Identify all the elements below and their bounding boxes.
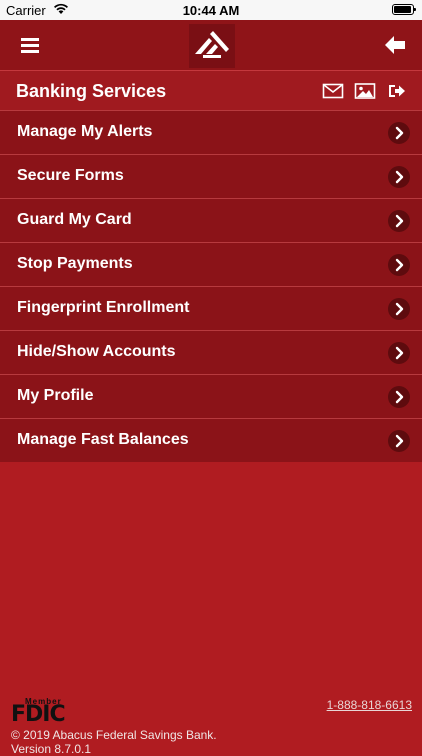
- back-button[interactable]: [382, 32, 408, 58]
- menu-item-label: Hide/Show Accounts: [17, 343, 176, 360]
- menu-item-stop-payments[interactable]: Stop Payments: [0, 242, 422, 286]
- chevron-right-icon: [388, 386, 410, 408]
- menu-item-my-profile[interactable]: My Profile: [0, 374, 422, 418]
- fdic-logo: Member FDIC: [11, 697, 66, 727]
- chevron-right-icon: [388, 342, 410, 364]
- menu-item-guard-my-card[interactable]: Guard My Card: [0, 198, 422, 242]
- menu-item-secure-forms[interactable]: Secure Forms: [0, 154, 422, 198]
- section-header: Banking Services: [0, 70, 422, 110]
- chevron-right-icon: [388, 122, 410, 144]
- bank-logo: [189, 24, 235, 68]
- menu-item-label: My Profile: [17, 387, 94, 404]
- chevron-right-icon: [388, 430, 410, 452]
- battery-icon: [392, 4, 416, 15]
- menu-item-fingerprint-enrollment[interactable]: Fingerprint Enrollment: [0, 286, 422, 330]
- menu-item-label: Guard My Card: [17, 211, 132, 228]
- back-arrow-icon: [385, 36, 405, 54]
- fdic-text: FDIC: [11, 702, 66, 727]
- mail-icon: [322, 83, 344, 99]
- chevron-right-icon: [388, 210, 410, 232]
- menu-item-label: Fingerprint Enrollment: [17, 299, 190, 316]
- chevron-right-icon: [388, 166, 410, 188]
- menu-button[interactable]: [12, 30, 48, 60]
- logout-icon: [389, 85, 405, 97]
- version-text: Version 8.7.0.1: [11, 742, 92, 756]
- menu-item-label: Secure Forms: [17, 167, 124, 184]
- phone-link[interactable]: 1-888-818-6613: [327, 698, 412, 712]
- chevron-right-icon: [388, 254, 410, 276]
- menu-item-label: Stop Payments: [17, 255, 133, 272]
- mail-button[interactable]: [322, 82, 344, 100]
- image-icon: [354, 83, 376, 99]
- logout-button[interactable]: [386, 82, 408, 100]
- image-button[interactable]: [354, 82, 376, 100]
- nav-bar: [0, 20, 422, 70]
- status-bar: Carrier 10:44 AM: [0, 0, 422, 20]
- menu-item-manage-my-alerts[interactable]: Manage My Alerts: [0, 110, 422, 154]
- status-time: 10:44 AM: [182, 3, 240, 18]
- chevron-right-icon: [388, 298, 410, 320]
- bank-logo-icon: [195, 31, 229, 58]
- menu-list: Manage My Alerts Secure Forms Guard My C…: [0, 110, 422, 462]
- section-title: Banking Services: [16, 81, 167, 101]
- menu-item-manage-fast-balances[interactable]: Manage Fast Balances: [0, 418, 422, 462]
- menu-item-label: Manage My Alerts: [17, 123, 153, 140]
- hamburger-icon: [21, 38, 39, 53]
- menu-item-label: Manage Fast Balances: [17, 431, 189, 448]
- copyright-text: © 2019 Abacus Federal Savings Bank.: [11, 728, 217, 742]
- menu-item-hide-show-accounts[interactable]: Hide/Show Accounts: [0, 330, 422, 374]
